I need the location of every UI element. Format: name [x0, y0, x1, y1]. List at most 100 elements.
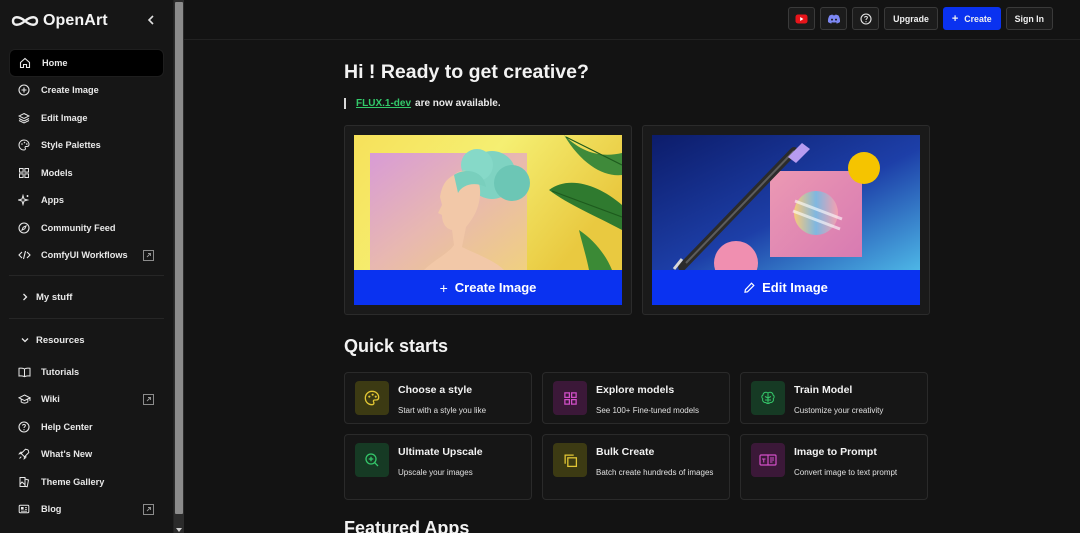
card-title: Train Model [794, 384, 853, 396]
announcement-text: are now available. [415, 98, 501, 109]
collapse-sidebar-button[interactable] [143, 12, 159, 28]
sidebar-item-theme-gallery[interactable]: Theme Gallery [9, 468, 164, 496]
quick-start-image-to-prompt[interactable]: Image to Prompt Convert image to text pr… [740, 434, 928, 500]
page-title: Hi ! Ready to get creative? [344, 61, 589, 83]
help-circle-icon [17, 420, 31, 434]
my-stuff-label: My stuff [36, 291, 73, 303]
layers-icon [17, 111, 31, 125]
edit-image-button[interactable]: Edit Image [652, 270, 920, 305]
card-description: Upscale your images [398, 468, 473, 477]
sidebar-item-help-center[interactable]: Help Center [9, 413, 164, 441]
pencil-icon [744, 282, 755, 293]
sidebar-item-label: Style Palettes [41, 140, 101, 151]
create-image-card[interactable]: + Create Image [344, 125, 632, 315]
zoom-in-icon [355, 443, 389, 477]
sidebar-item-edit-image[interactable]: Edit Image [9, 104, 164, 132]
create-label: Create [964, 13, 992, 24]
card-description: Customize your creativity [794, 406, 884, 415]
sidebar-item-label: Help Center [41, 421, 93, 432]
sidebar-divider [9, 275, 164, 276]
scroll-down-arrow-icon[interactable] [176, 528, 182, 532]
code-icon [17, 248, 31, 262]
card-title: Ultimate Upscale [398, 446, 483, 458]
sidebar-item-label: ComfyUI Workflows [41, 250, 128, 261]
external-link-icon [143, 503, 154, 515]
graduation-cap-icon [17, 392, 31, 406]
external-link-icon [143, 393, 154, 405]
blog-icon [17, 502, 31, 516]
sidebar-item-tutorials[interactable]: Tutorials [9, 358, 164, 386]
gallery-icon [17, 475, 31, 489]
edit-image-illustration [652, 135, 920, 270]
palette-icon [355, 381, 389, 415]
card-description: Convert image to text prompt [794, 468, 898, 477]
card-title: Bulk Create [596, 446, 655, 458]
home-icon [18, 56, 32, 70]
chevron-left-icon [147, 15, 154, 25]
sidebar-item-label: Create Image [41, 85, 99, 96]
discord-button[interactable] [820, 7, 848, 30]
sidebar-item-label: Theme Gallery [41, 476, 105, 487]
help-button[interactable] [852, 7, 880, 30]
resources-toggle[interactable]: Resources [0, 325, 173, 355]
quick-starts-heading: Quick starts [344, 336, 449, 356]
palette-icon [17, 138, 31, 152]
scrollbar-thumb[interactable] [175, 2, 183, 514]
create-button[interactable]: + Create [942, 7, 1001, 30]
discord-icon [827, 14, 840, 23]
logo[interactable]: OpenArt [0, 0, 173, 42]
youtube-icon [795, 14, 808, 23]
sidebar-item-label: Community Feed [41, 222, 116, 233]
edit-image-card[interactable]: Edit Image [642, 125, 930, 315]
sidebar-item-label: Tutorials [41, 366, 80, 377]
youtube-button[interactable] [788, 7, 816, 30]
sidebar-item-style-palettes[interactable]: Style Palettes [9, 132, 164, 160]
plus-circle-icon [17, 83, 31, 97]
brain-icon [751, 381, 785, 415]
create-image-button[interactable]: + Create Image [354, 270, 622, 305]
sidebar-item-home[interactable]: Home [9, 49, 164, 77]
sidebar-item-label: Blog [41, 504, 62, 515]
sidebar-item-blog[interactable]: Blog [9, 496, 164, 524]
sidebar-item-label: Edit Image [41, 112, 88, 123]
flux-link[interactable]: FLUX.1-dev [356, 98, 411, 109]
book-open-icon [17, 365, 31, 379]
openart-logo-icon [11, 16, 39, 26]
my-stuff-toggle[interactable]: My stuff [0, 282, 173, 312]
quick-start-bulk-create[interactable]: Bulk Create Batch create hundreds of ima… [542, 434, 730, 500]
create-image-illustration [354, 135, 622, 270]
sidebar-item-models[interactable]: Models [9, 159, 164, 187]
sign-in-button[interactable]: Sign In [1005, 7, 1053, 30]
sidebar-item-label: What's New [41, 449, 93, 460]
sidebar-divider [9, 318, 164, 319]
upgrade-button[interactable]: Upgrade [884, 7, 938, 30]
quick-start-explore-models[interactable]: Explore models See 100+ Fine-tuned model… [542, 372, 730, 424]
sidebar-item-whats-new[interactable]: What's New [9, 441, 164, 469]
sidebar-item-label: Home [42, 57, 68, 68]
top-bar: Upgrade + Create Sign In [184, 0, 1080, 40]
plus-icon: + [951, 12, 959, 25]
quick-start-ultimate-upscale[interactable]: Ultimate Upscale Upscale your images [344, 434, 532, 500]
edit-image-label: Edit Image [762, 280, 828, 295]
chevron-down-icon [21, 338, 29, 343]
image-to-text-icon [751, 443, 785, 477]
rocket-icon [17, 447, 31, 461]
sidebar-item-community-feed[interactable]: Community Feed [9, 214, 164, 242]
announcement-bar [344, 98, 346, 109]
card-title: Image to Prompt [794, 446, 877, 458]
help-circle-icon [860, 12, 872, 25]
sidebar-item-create-image[interactable]: Create Image [9, 77, 164, 105]
sidebar-scrollbar[interactable] [174, 0, 184, 533]
card-title: Explore models [596, 384, 675, 396]
grid-icon [17, 166, 31, 180]
sidebar-item-apps[interactable]: Apps [9, 187, 164, 215]
sidebar-item-comfyui-workflows[interactable]: ComfyUI Workflows [9, 242, 164, 270]
app-name: OpenArt [43, 12, 108, 29]
sidebar-item-label: Wiki [41, 394, 60, 405]
external-link-icon [143, 249, 154, 261]
grid-icon [553, 381, 587, 415]
featured-apps-heading: Featured Apps [344, 518, 470, 533]
sidebar-item-wiki[interactable]: Wiki [9, 386, 164, 414]
quick-start-choose-style[interactable]: Choose a style Start with a style you li… [344, 372, 532, 424]
quick-start-train-model[interactable]: Train Model Customize your creativity [740, 372, 928, 424]
